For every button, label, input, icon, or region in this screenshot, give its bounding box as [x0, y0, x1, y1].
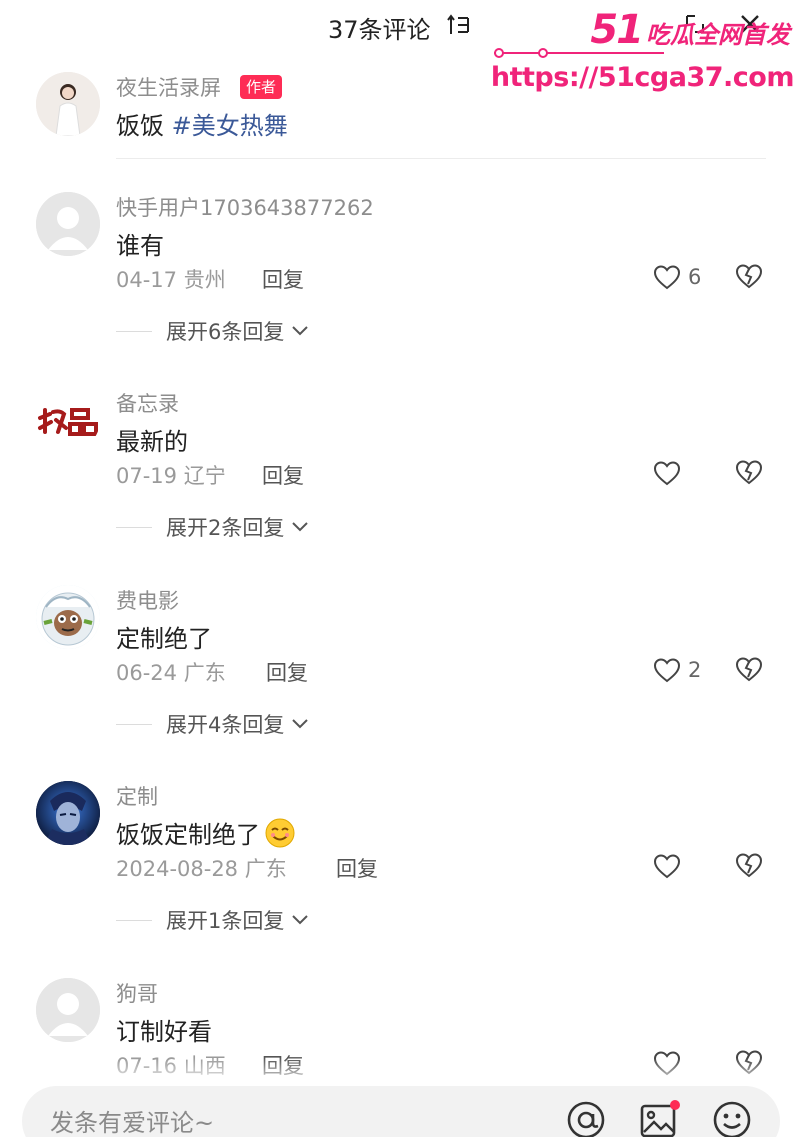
comment-meta: 06-24 广东 [116, 661, 226, 685]
character-avatar[interactable] [36, 781, 100, 845]
author-post: 夜生活录屏 作者 饭饭 #美女热舞 [0, 64, 800, 164]
comment-meta: 2024-08-28 广东 [116, 857, 287, 881]
dislike-heart-icon[interactable] [734, 851, 764, 879]
comment-username[interactable]: 费电影 [116, 585, 179, 615]
dislike-heart-icon[interactable] [734, 458, 764, 486]
comment-text: 定制绝了 [116, 625, 212, 653]
comment-text: 饭饭定制绝了 [116, 821, 260, 849]
reply-button[interactable]: 回复 [336, 853, 378, 883]
comment-item: 定制 饭饭定制绝了 2024-08-28 广东 回复 展开1条回复 [0, 781, 800, 977]
author-username[interactable]: 夜生活录屏 [116, 72, 221, 102]
hashtag-link[interactable]: #美女热舞 [172, 112, 288, 140]
expand-replies-label: 展开6条回复 [166, 320, 285, 344]
expand-replies-label: 展开2条回复 [166, 516, 285, 540]
expand-replies-label: 展开4条回复 [166, 713, 285, 737]
comment-item: 费电影 定制绝了 06-24 广东 回复 2 展开4条回复 [0, 585, 800, 781]
comment-input-bar[interactable]: 发条有爱评论~ [22, 1086, 780, 1137]
dislike-heart-icon[interactable] [734, 655, 764, 683]
heart-icon [653, 658, 681, 683]
like-count: 6 [688, 265, 702, 289]
smile-emoji-icon [265, 818, 295, 847]
post-text: 饭饭 #美女热舞 [116, 112, 288, 140]
default-avatar[interactable] [36, 192, 100, 256]
author-badge: 作者 [240, 75, 283, 99]
chevron-down-icon [292, 915, 309, 925]
heart-icon [653, 265, 681, 290]
comment-item: 快手用户1703643877262 谁有 04-17 贵州 回复 6 展开6条回… [0, 192, 800, 388]
comment-input-placeholder[interactable]: 发条有爱评论~ [50, 1103, 214, 1137]
watermark-dot [494, 48, 504, 58]
expand-replies-button[interactable]: 展开6条回复 [116, 316, 310, 346]
emoji-icon[interactable] [710, 1098, 754, 1137]
like-button[interactable]: 2 [652, 655, 712, 685]
comment-username[interactable]: 快手用户1703643877262 [116, 192, 374, 222]
image-icon[interactable] [637, 1098, 681, 1137]
like-count: 2 [688, 658, 702, 682]
comment-text: 谁有 [116, 232, 164, 260]
reply-button[interactable]: 回复 [262, 460, 304, 490]
comment-username[interactable]: 狗哥 [116, 978, 158, 1008]
comment-count-title: 37条评论 [328, 16, 431, 44]
at-icon[interactable] [564, 1098, 608, 1137]
comment-username[interactable]: 备忘录 [116, 388, 179, 418]
chevron-down-icon [292, 522, 309, 532]
comment-meta: 07-19 辽宁 [116, 464, 226, 488]
calligraphy-avatar[interactable] [36, 388, 100, 452]
expand-replies-button[interactable]: 展开1条回复 [116, 905, 310, 935]
default-avatar[interactable] [36, 978, 100, 1042]
cartoon-sheep-avatar[interactable] [36, 585, 100, 649]
scroll-fade [0, 1058, 800, 1088]
dislike-heart-icon[interactable] [734, 262, 764, 290]
comment-text: 订制好看 [116, 1018, 212, 1046]
like-button[interactable] [652, 458, 712, 488]
heart-icon [653, 461, 681, 486]
like-button[interactable]: 6 [652, 262, 712, 292]
chevron-down-icon [292, 719, 309, 729]
reply-button[interactable]: 回复 [262, 264, 304, 294]
reply-button[interactable]: 回复 [266, 657, 308, 687]
watermark-brand: 51 吃瓜全网首发 [590, 7, 790, 53]
comment-username[interactable]: 定制 [116, 781, 158, 811]
chevron-down-icon [292, 326, 309, 336]
expand-replies-button[interactable]: 展开2条回复 [116, 512, 310, 542]
sort-icon[interactable] [446, 12, 472, 38]
expand-replies-label: 展开1条回复 [166, 909, 285, 933]
comment-text: 最新的 [116, 428, 188, 456]
comment-item: 备忘录 最新的 07-19 辽宁 回复 展开2条回复 [0, 388, 800, 584]
author-avatar[interactable] [36, 72, 100, 136]
comment-meta: 04-17 贵州 [116, 268, 226, 292]
comment-text-row: 饭饭定制绝了 [116, 815, 296, 850]
divider [116, 158, 766, 159]
watermark-line [494, 52, 664, 54]
watermark-dot [538, 48, 548, 58]
heart-icon [653, 854, 681, 879]
like-button[interactable] [652, 851, 712, 881]
expand-replies-button[interactable]: 展开4条回复 [116, 709, 310, 739]
